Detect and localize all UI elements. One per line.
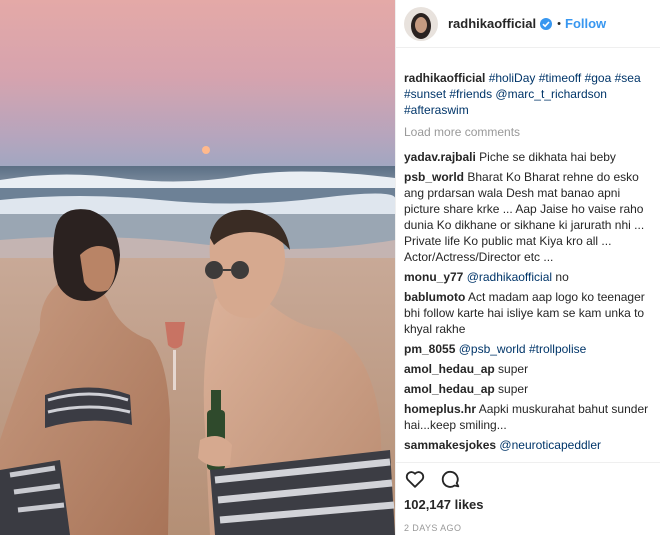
mention[interactable]: @neuroticapeddler xyxy=(499,438,601,452)
comment-text: Bharat Ko Bharat rehne do esko ang prdar… xyxy=(404,170,645,264)
comment-username[interactable]: yadav.rajbali xyxy=(404,150,476,164)
instagram-post: radhikaofficial • Follow radhikaofficial… xyxy=(0,0,660,535)
post-header: radhikaofficial • Follow xyxy=(396,0,660,48)
comment-username[interactable]: sammakesjokes xyxy=(404,438,496,452)
comment-username[interactable]: psb_world xyxy=(404,170,464,184)
mention[interactable]: @marc_t_richardson xyxy=(495,87,607,101)
post-photo[interactable] xyxy=(0,0,395,535)
hashtag[interactable]: #sunset xyxy=(404,87,446,101)
comment-text: no xyxy=(555,270,569,284)
comment-username[interactable]: amol_hedau_ap xyxy=(404,382,495,396)
mention[interactable]: @psb_world xyxy=(459,342,526,356)
comment-icon[interactable] xyxy=(440,468,462,490)
hashtag[interactable]: #holiDay xyxy=(489,71,536,85)
action-icons xyxy=(404,467,652,491)
comment: homeplus.hr Aapki muskurahat bahut sunde… xyxy=(404,401,654,433)
comments-list: radhikaofficial #holiDay #timeoff #goa #… xyxy=(396,48,660,453)
caption: radhikaofficial #holiDay #timeoff #goa #… xyxy=(404,70,654,118)
comment-username[interactable]: monu_y77 xyxy=(404,270,463,284)
comment: sammakesjokes @neuroticapeddler xyxy=(404,437,654,453)
hashtag[interactable]: #sea xyxy=(615,71,641,85)
comment: monu_y77 @radhikaofficial no xyxy=(404,269,654,285)
post-date: 2 DAYS AGO xyxy=(404,523,462,533)
follow-button[interactable]: Follow xyxy=(565,16,606,31)
hashtag[interactable]: #timeoff xyxy=(539,71,581,85)
comment-username[interactable]: amol_hedau_ap xyxy=(404,362,495,376)
verified-badge-icon xyxy=(540,17,553,30)
comment: psb_world Bharat Ko Bharat rehne do esko… xyxy=(404,169,654,265)
avatar[interactable] xyxy=(404,6,438,41)
post-side-panel: radhikaofficial • Follow radhikaofficial… xyxy=(395,0,660,535)
comment: pm_8055 @psb_world #trollpolise xyxy=(404,341,654,357)
post-actions: 102,147 likes 2 DAYS AGO xyxy=(396,462,660,533)
load-more-comments-button[interactable]: Load more comments xyxy=(404,124,654,140)
comment: amol_hedau_ap super xyxy=(404,361,654,377)
hashtag[interactable]: #trollpolise xyxy=(529,342,586,356)
hashtag[interactable]: #friends xyxy=(449,87,492,101)
hashtag[interactable]: #afteraswim xyxy=(404,103,469,117)
comment: amol_hedau_ap super xyxy=(404,381,654,397)
comment-username[interactable]: pm_8055 xyxy=(404,342,455,356)
comment: bablumoto Act madam aap logo ko teenager… xyxy=(404,289,654,337)
likes-count[interactable]: 102,147 likes xyxy=(404,497,652,512)
caption-username[interactable]: radhikaofficial xyxy=(404,71,485,85)
comment-text: super xyxy=(498,362,529,376)
heart-icon[interactable] xyxy=(404,468,426,490)
comment-text: Piche se dikhata hai beby xyxy=(479,150,616,164)
header-separator: • xyxy=(557,17,561,30)
hashtag[interactable]: #goa xyxy=(585,71,612,85)
comment-text: super xyxy=(498,382,529,396)
header-username[interactable]: radhikaofficial xyxy=(448,16,536,31)
mention[interactable]: @radhikaofficial xyxy=(467,270,552,284)
comment: yadav.rajbali Piche se dikhata hai beby xyxy=(404,149,654,165)
comment-username[interactable]: homeplus.hr xyxy=(404,402,476,416)
beach-sunset-photo xyxy=(0,0,395,535)
comment-username[interactable]: bablumoto xyxy=(404,290,465,304)
